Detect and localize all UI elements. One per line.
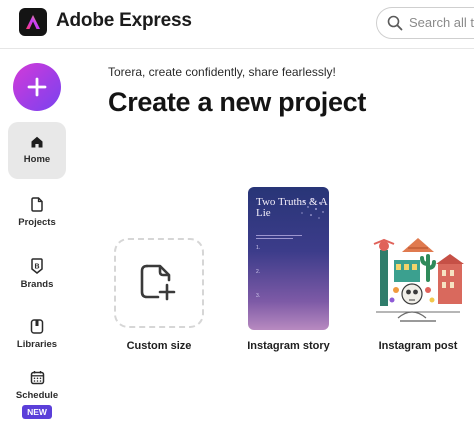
sidebar-item-label: Brands: [20, 279, 54, 290]
sidebar-item-label: Projects: [18, 217, 56, 228]
sidebar-item-home[interactable]: Home: [8, 122, 66, 179]
instagram-story-thumbnail[interactable]: Two Truths & A Lie 1. 2. 3.: [248, 187, 329, 330]
home-icon: [31, 136, 43, 148]
custom-size-label[interactable]: Custom size: [114, 340, 204, 352]
sidebar-item-libraries[interactable]: Libraries: [8, 319, 66, 350]
adobe-express-logo[interactable]: [19, 8, 47, 36]
search-box[interactable]: Search all ter: [376, 7, 474, 39]
story-number: 3.: [256, 293, 261, 299]
svg-text:B: B: [34, 264, 39, 271]
search-icon: [387, 15, 403, 31]
file-icon: [31, 197, 43, 212]
mexico-landmarks-illustration: [372, 234, 464, 328]
top-bar: Adobe Express Search all ter: [0, 0, 474, 49]
sidebar: Home Projects B Brands Libraries Schedul…: [0, 49, 74, 434]
plus-icon: [27, 77, 47, 97]
calendar-icon: [30, 371, 44, 385]
custom-size-icon: [140, 264, 176, 301]
story-number: 2.: [256, 269, 261, 275]
sidebar-item-label: Home: [23, 154, 51, 165]
new-badge: NEW: [22, 405, 52, 419]
instagram-story-label[interactable]: Instagram story: [238, 340, 339, 352]
adobe-express-logo-icon: [26, 15, 40, 29]
story-preview-subtext: [256, 233, 302, 241]
page-title: Create a new project: [108, 87, 367, 117]
instagram-post-label[interactable]: Instagram post: [372, 340, 464, 352]
welcome-tagline: Torera, create confidently, share fearle…: [108, 65, 336, 79]
library-icon: [30, 319, 44, 334]
custom-size-tile[interactable]: [114, 238, 204, 328]
search-placeholder: Search all ter: [409, 15, 474, 30]
sidebar-item-label: Schedule: [15, 390, 59, 401]
sidebar-item-brands[interactable]: B Brands: [8, 258, 66, 290]
sidebar-item-label: Libraries: [16, 339, 58, 350]
create-button[interactable]: [13, 63, 61, 111]
instagram-post-thumbnail[interactable]: [372, 234, 464, 328]
sidebar-item-schedule[interactable]: Schedule NEW: [8, 370, 66, 420]
story-number: 1.: [256, 245, 261, 251]
sparkle-decoration-icon: [301, 198, 324, 219]
app-title: Adobe Express: [56, 10, 192, 31]
sidebar-item-projects[interactable]: Projects: [8, 197, 66, 228]
brand-icon: B: [31, 258, 43, 274]
